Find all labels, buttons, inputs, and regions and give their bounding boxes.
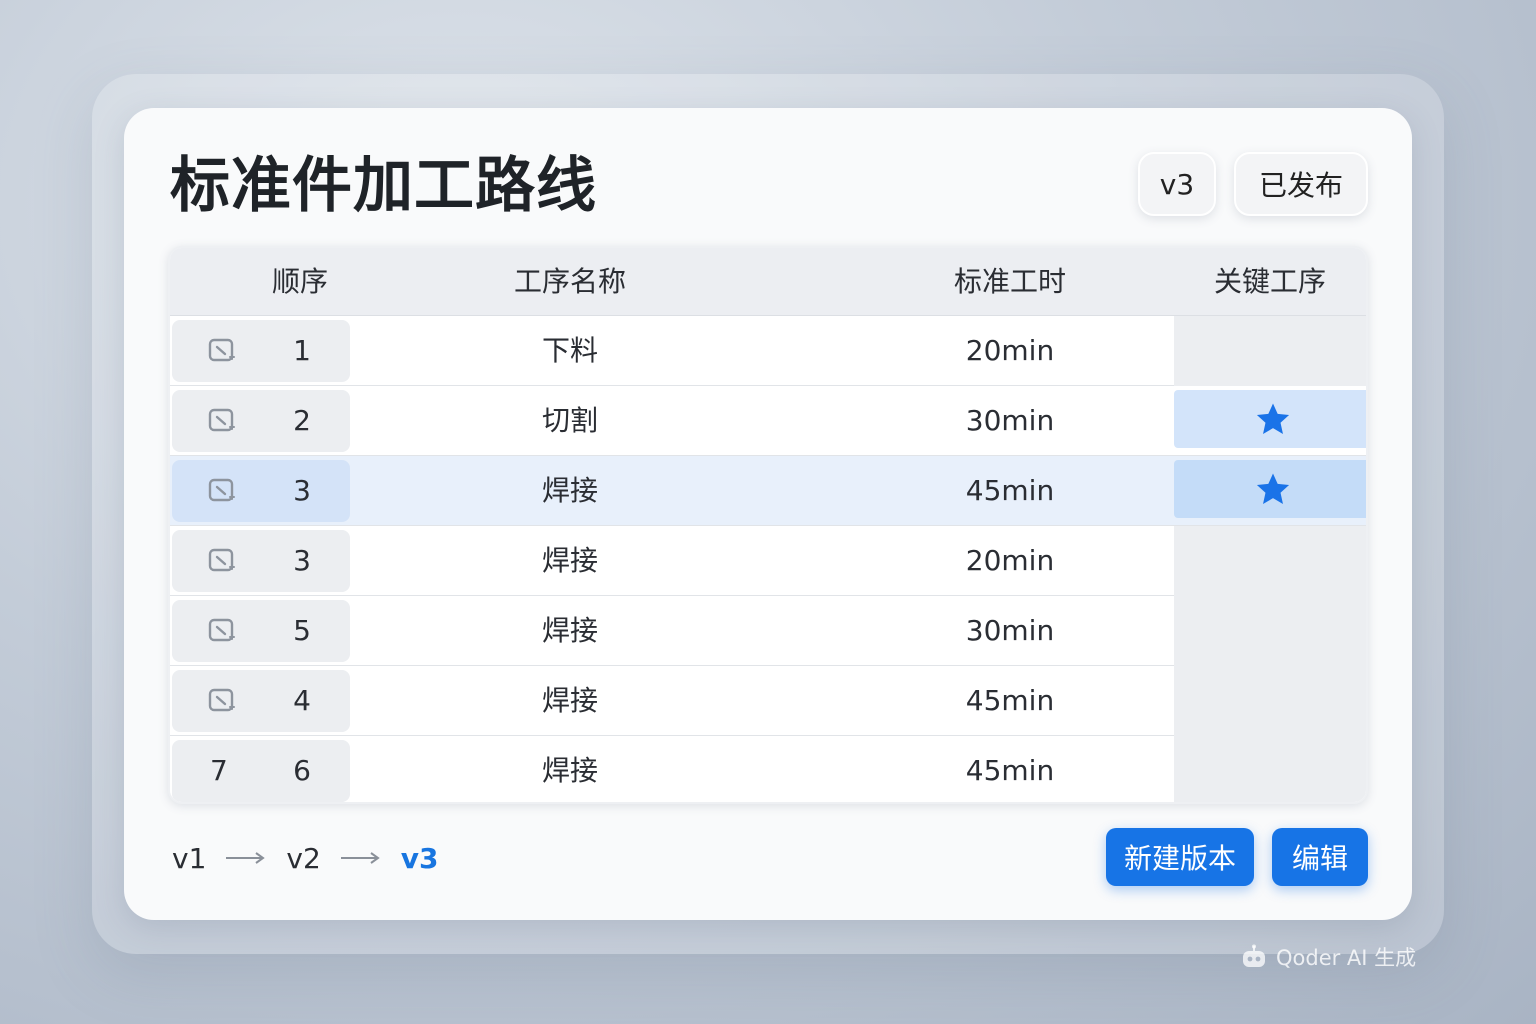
table-row[interactable]: 3 焊接 20min bbox=[170, 526, 1366, 596]
edit-icon[interactable] bbox=[206, 335, 238, 367]
seq-number: 3 bbox=[293, 474, 311, 507]
table-header: 顺序 工序名称 标准工时 关键工序 bbox=[170, 248, 1366, 316]
key-process-cell[interactable] bbox=[1174, 460, 1366, 518]
process-table: 顺序 工序名称 标准工时 关键工序 1 下料 20min 2 切割 30min 3 焊接 45m… bbox=[168, 246, 1368, 804]
key-process-cell[interactable] bbox=[1174, 736, 1366, 802]
column-header-time[interactable]: 标准工时 bbox=[910, 248, 1110, 316]
key-process-cell[interactable] bbox=[1174, 596, 1366, 666]
table-row[interactable]: 4 焊接 45min bbox=[170, 666, 1366, 736]
seq-cell: 4 bbox=[172, 670, 350, 732]
seq-cell: 3 bbox=[172, 530, 350, 592]
table-row[interactable]: 2 切割 30min bbox=[170, 386, 1366, 456]
star-icon bbox=[1254, 400, 1292, 438]
edit-icon[interactable] bbox=[206, 685, 238, 717]
new-version-button[interactable]: 新建版本 bbox=[1106, 828, 1254, 886]
column-header-key[interactable]: 关键工序 bbox=[1172, 248, 1366, 316]
row-icon-text: 7 bbox=[210, 754, 228, 787]
edit-icon[interactable] bbox=[206, 405, 238, 437]
process-name: 下料 bbox=[541, 334, 598, 367]
version-link-v3[interactable]: v3 bbox=[401, 842, 439, 875]
status-badge[interactable]: 已发布 bbox=[1234, 152, 1368, 216]
table-row[interactable]: 5 焊接 30min bbox=[170, 596, 1366, 666]
process-name: 焊接 bbox=[541, 684, 598, 717]
seq-cell: 1 bbox=[172, 320, 350, 382]
process-name: 焊接 bbox=[541, 754, 598, 787]
seq-cell: 2 bbox=[172, 390, 350, 452]
seq-number: 5 bbox=[293, 614, 311, 647]
version-badge[interactable]: v3 bbox=[1138, 152, 1216, 216]
key-process-cell[interactable] bbox=[1174, 666, 1366, 736]
edit-icon[interactable] bbox=[206, 475, 238, 507]
column-header-seq[interactable]: 顺序 bbox=[220, 248, 380, 316]
arrow-right-icon bbox=[226, 852, 266, 864]
edit-icon[interactable] bbox=[206, 545, 238, 577]
seq-number: 3 bbox=[293, 544, 311, 577]
column-header-name[interactable]: 工序名称 bbox=[470, 248, 670, 316]
version-history: v1 v2 v3 bbox=[172, 836, 439, 880]
version-link-v2[interactable]: v2 bbox=[286, 842, 320, 875]
arrow-right-icon bbox=[340, 852, 380, 864]
process-name: 焊接 bbox=[541, 474, 598, 507]
table-row[interactable]: 3 焊接 45min bbox=[170, 456, 1366, 526]
process-name: 切割 bbox=[541, 404, 598, 437]
seq-number: 6 bbox=[293, 754, 311, 787]
standard-time: 45min bbox=[965, 754, 1055, 787]
seq-cell: 5 bbox=[172, 600, 350, 662]
standard-time: 30min bbox=[965, 614, 1055, 647]
key-process-cell[interactable] bbox=[1174, 390, 1366, 448]
key-process-cell[interactable] bbox=[1174, 316, 1366, 386]
watermark: Qoder AI 生成 bbox=[1240, 942, 1416, 972]
standard-time: 30min bbox=[965, 404, 1055, 437]
standard-time: 45min bbox=[965, 684, 1055, 717]
edit-icon[interactable] bbox=[206, 615, 238, 647]
seq-number: 1 bbox=[293, 334, 311, 367]
standard-time: 20min bbox=[965, 544, 1055, 577]
table-row[interactable]: 1 下料 20min bbox=[170, 316, 1366, 386]
process-name: 焊接 bbox=[541, 544, 598, 577]
robot-icon bbox=[1243, 944, 1265, 967]
edit-button[interactable]: 编辑 bbox=[1272, 828, 1368, 886]
seq-cell: 3 bbox=[172, 460, 350, 522]
standard-time: 20min bbox=[965, 334, 1055, 367]
version-link-v1[interactable]: v1 bbox=[172, 842, 206, 875]
page-title: 标准件加工路线 bbox=[170, 151, 597, 221]
process-name: 焊接 bbox=[541, 614, 598, 647]
seq-number: 4 bbox=[293, 684, 311, 717]
standard-time: 45min bbox=[965, 474, 1055, 507]
star-icon bbox=[1254, 470, 1292, 508]
seq-number: 2 bbox=[293, 404, 311, 437]
table-row[interactable]: 7 6 焊接 45min bbox=[170, 736, 1366, 802]
key-process-cell[interactable] bbox=[1174, 526, 1366, 596]
watermark-text: Qoder AI 生成 bbox=[1276, 946, 1417, 970]
seq-cell: 76 bbox=[172, 740, 350, 802]
process-route-card: 标准件加工路线 v3 已发布 顺序 工序名称 标准工时 关键工序 1 下料 20mi… bbox=[124, 108, 1412, 920]
